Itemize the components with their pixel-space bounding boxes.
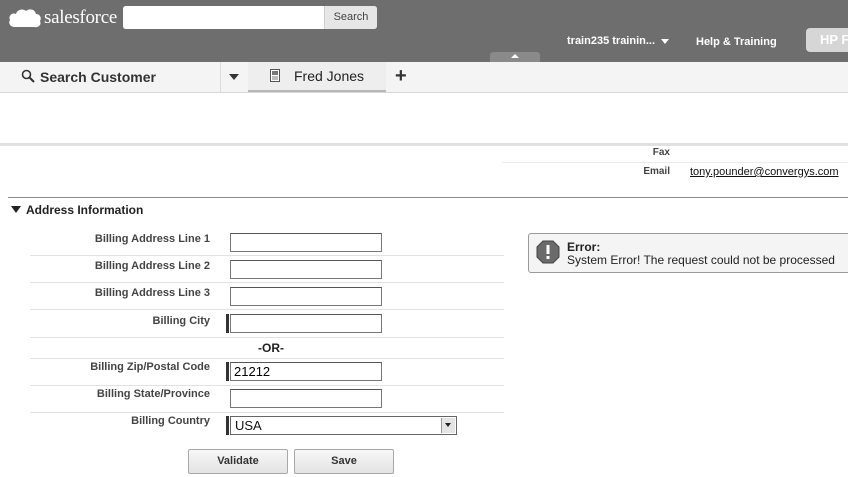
info-row-fax: Fax	[502, 145, 848, 163]
form-row-address-line-3: Billing Address Line 3	[30, 282, 504, 310]
console-tab-bar: Search Customer Fred Jones +	[0, 62, 848, 93]
form-row-city: Billing City	[30, 310, 504, 338]
contact-record-icon	[270, 69, 280, 82]
validate-button[interactable]: Validate	[188, 449, 288, 474]
billing-state-input[interactable]	[230, 389, 382, 408]
tab-search-customer-label: Search Customer	[40, 69, 156, 85]
required-indicator	[226, 314, 229, 333]
global-header: salesforce Search train235 trainin... He…	[0, 0, 848, 62]
billing-country-label: Billing Country	[131, 415, 210, 427]
billing-city-label: Billing City	[152, 315, 210, 327]
chevron-down-icon	[229, 74, 239, 80]
billing-address-line-3-label: Billing Address Line 3	[94, 287, 210, 299]
address-section-toggle[interactable]: Address Information	[11, 203, 143, 217]
error-message-box: Error: System Error! The request could n…	[528, 233, 848, 273]
billing-country-value: USA	[235, 418, 262, 433]
form-row-state: Billing State/Province	[30, 385, 504, 413]
fax-label: Fax	[652, 147, 670, 158]
required-indicator	[226, 416, 229, 435]
billing-state-label: Billing State/Province	[96, 388, 210, 400]
logo-wordmark: salesforce	[44, 7, 117, 28]
tab-search-customer[interactable]: Search Customer	[0, 62, 221, 92]
app-switcher-button[interactable]: HP F	[806, 28, 848, 52]
tab-dropdown-button[interactable]	[220, 62, 248, 92]
form-row-zip: Billing Zip/Postal Code	[30, 358, 504, 386]
error-title: Error:	[567, 240, 601, 254]
billing-zip-input[interactable]	[230, 362, 382, 381]
billing-address-line-2-label: Billing Address Line 2	[94, 260, 210, 272]
collapse-triangle-icon	[11, 206, 21, 213]
save-button[interactable]: Save	[294, 449, 394, 474]
billing-zip-label: Billing Zip/Postal Code	[90, 361, 210, 373]
billing-address-line-1-input[interactable]	[230, 233, 382, 252]
billing-address-line-1-label: Billing Address Line 1	[94, 233, 210, 245]
email-link[interactable]: tony.pounder@convergys.com	[690, 166, 839, 178]
collapse-header-toggle[interactable]	[490, 52, 540, 62]
required-indicator	[226, 362, 229, 381]
cloud-logo-icon	[9, 9, 41, 28]
user-menu-label: train235 trainin...	[567, 35, 656, 47]
search-icon	[21, 69, 35, 83]
billing-address-line-2-input[interactable]	[230, 260, 382, 279]
user-menu[interactable]: train235 trainin...	[567, 35, 670, 47]
form-row-address-line-1: Billing Address Line 1	[30, 228, 504, 256]
error-text: System Error! The request could not be p…	[567, 253, 835, 267]
billing-country-select[interactable]: USA	[230, 416, 457, 435]
add-tab-button[interactable]: +	[395, 66, 407, 86]
tab-fred-jones[interactable]: Fred Jones	[248, 62, 386, 92]
or-separator: -OR-	[258, 341, 284, 355]
billing-city-input[interactable]	[230, 314, 382, 333]
help-training-link[interactable]: Help & Training	[696, 36, 777, 48]
info-row-email: Email tony.pounder@convergys.com	[502, 163, 848, 185]
chevron-down-icon	[661, 38, 670, 44]
global-search: Search	[123, 6, 377, 29]
salesforce-logo[interactable]: salesforce	[8, 5, 117, 31]
global-search-button[interactable]: Search	[324, 6, 377, 29]
address-section-title: Address Information	[26, 203, 144, 217]
global-search-input[interactable]	[123, 6, 323, 29]
chevron-down-icon	[441, 418, 455, 433]
billing-address-line-3-input[interactable]	[230, 287, 382, 306]
tab-fred-jones-label: Fred Jones	[294, 68, 365, 84]
form-row-address-line-2: Billing Address Line 2	[30, 255, 504, 283]
section-divider	[8, 197, 848, 198]
error-octagon-icon	[536, 240, 560, 264]
email-label: Email	[643, 166, 670, 177]
